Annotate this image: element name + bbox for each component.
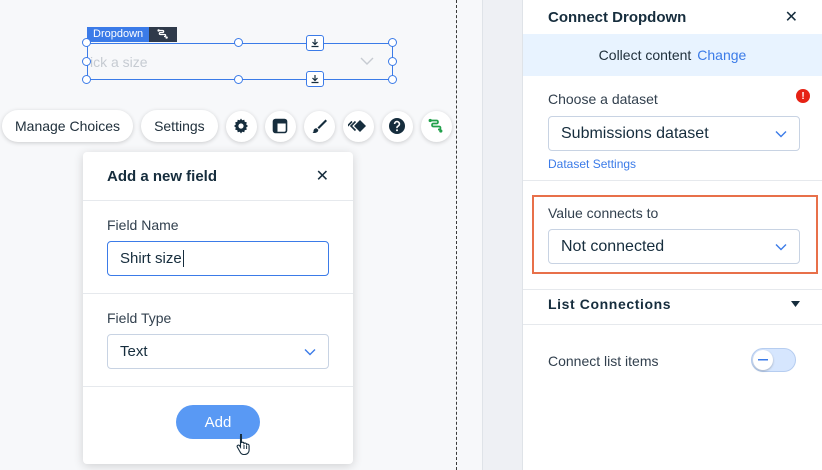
- hand-cursor-icon: [235, 433, 253, 460]
- field-name-label: Field Name: [107, 217, 179, 233]
- connect-data-icon[interactable]: [420, 110, 452, 142]
- element-tag-label: Dropdown: [87, 27, 150, 42]
- field-type-label: Field Type: [107, 310, 172, 326]
- dataset-label: Choose a dataset: [548, 91, 658, 107]
- resize-handle-top-right[interactable]: [388, 38, 397, 47]
- resize-handle-bottom[interactable]: [234, 75, 243, 84]
- caret-down-icon: [791, 295, 800, 313]
- toggle-knob: [753, 350, 773, 370]
- close-icon[interactable]: ✕: [785, 7, 798, 27]
- resize-handle-right[interactable]: [388, 57, 397, 66]
- help-icon[interactable]: [381, 110, 413, 142]
- editor-canvas: Dropdown ick a size Manage Choices Setti…: [0, 0, 482, 470]
- section-divider: [523, 324, 822, 325]
- chevron-down-icon: [360, 53, 374, 71]
- dataset-select[interactable]: Submissions dataset: [548, 116, 800, 151]
- resize-handle-left[interactable]: [82, 57, 91, 66]
- close-icon[interactable]: ✕: [316, 166, 329, 186]
- section-divider: [523, 180, 822, 181]
- connect-list-items-toggle[interactable]: [751, 348, 796, 372]
- field-type-value: Text: [120, 343, 148, 360]
- element-toolbar: Manage Choices Settings: [2, 109, 452, 143]
- dropdown-placeholder: ick a size: [90, 54, 148, 70]
- add-field-popup: Add a new field ✕ Field Name Shirt size …: [83, 152, 353, 464]
- chevron-down-icon: [304, 343, 316, 360]
- field-type-select[interactable]: Text: [107, 334, 329, 369]
- gear-icon[interactable]: [225, 110, 257, 142]
- warning-icon: !: [796, 89, 810, 103]
- stretch-icon[interactable]: [306, 71, 324, 87]
- field-name-value: Shirt size: [120, 250, 182, 267]
- chevron-down-icon: [775, 125, 787, 143]
- connect-data-icon[interactable]: [149, 27, 178, 42]
- canvas-boundary: [456, 0, 457, 470]
- resize-handle-bottom-right[interactable]: [388, 75, 397, 84]
- resize-handle-bottom-left[interactable]: [82, 75, 91, 84]
- settings-button[interactable]: Settings: [141, 110, 218, 142]
- manage-choices-button[interactable]: Manage Choices: [2, 110, 134, 142]
- dataset-value: Submissions dataset: [561, 124, 709, 142]
- section-divider: [523, 289, 822, 290]
- panel-title: Connect Dropdown: [548, 8, 687, 26]
- list-connections-section[interactable]: List Connections: [548, 295, 800, 313]
- animation-icon[interactable]: [342, 110, 374, 142]
- resize-handle-top-left[interactable]: [82, 38, 91, 47]
- collect-content-banner: Collect content Change: [523, 34, 822, 76]
- element-tag: Dropdown: [87, 27, 178, 42]
- canvas-gutter: [482, 0, 522, 470]
- list-connections-title: List Connections: [548, 296, 672, 312]
- value-connects-highlight: [532, 195, 818, 274]
- dataset-settings-link[interactable]: Dataset Settings: [548, 157, 800, 171]
- field-name-input[interactable]: Shirt size: [107, 241, 329, 276]
- connect-list-items-label: Connect list items: [548, 353, 659, 369]
- layout-icon[interactable]: [264, 110, 296, 142]
- resize-handle-top[interactable]: [234, 38, 243, 47]
- stretch-icon[interactable]: [306, 35, 324, 51]
- banner-text: Collect content: [598, 47, 692, 63]
- text-caret: [182, 250, 184, 267]
- change-link[interactable]: Change: [697, 47, 746, 63]
- popup-title: Add a new field: [107, 167, 218, 185]
- brush-icon[interactable]: [303, 110, 335, 142]
